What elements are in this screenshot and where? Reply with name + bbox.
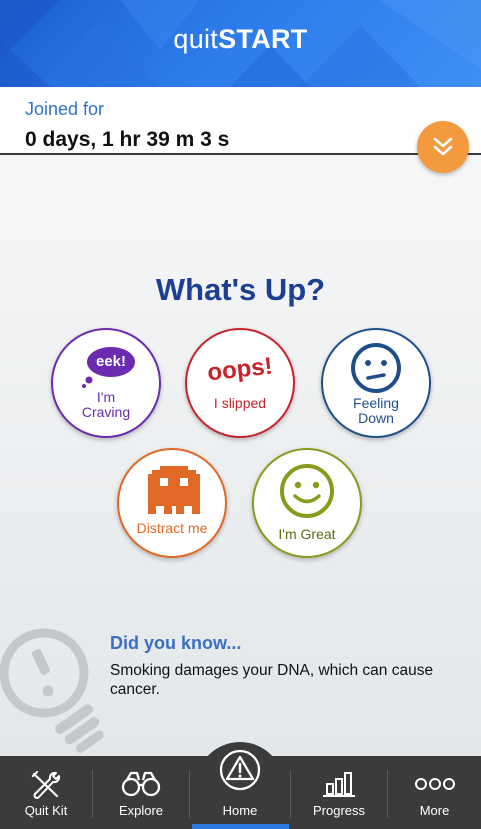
great-label: I'm Great — [278, 526, 336, 542]
feeling-down-label: Feeling Down — [323, 396, 429, 426]
double-chevron-down-icon — [433, 137, 453, 156]
page-title: What's Up? — [155, 272, 326, 307]
logo-text-light: quit — [173, 24, 219, 54]
craving-label-line1: I'm — [96, 389, 116, 405]
joined-duration: 0 days, 1 hr 39 m 3 s — [25, 128, 230, 151]
app-header: quitSTART — [0, 0, 481, 87]
app-logo: quitSTART — [0, 24, 481, 55]
tab-label-more: More — [419, 803, 450, 818]
mood-feeling-down-button[interactable]: Feeling Down — [321, 328, 431, 438]
distract-label: Distract me — [136, 520, 208, 536]
bottom-tab-bar: Quit Kit Explore Home Progress More — [0, 749, 481, 829]
feeling-down-line1: Feeling — [353, 395, 399, 411]
main-content: What's Up? eek! I'm Craving oops! I slip… — [0, 155, 481, 756]
oops-headline: oops! — [206, 352, 274, 387]
did-you-know-text: Smoking damages your DNA, which can caus… — [110, 662, 434, 698]
binoculars-icon — [121, 771, 161, 797]
did-you-know-title: Did you know... — [110, 633, 242, 653]
logo-text-bold: START — [218, 24, 308, 54]
tab-label-home: Home — [222, 803, 258, 818]
mood-great-button[interactable]: I'm Great — [252, 448, 362, 558]
smiley-face-icon — [280, 464, 334, 518]
tools-icon — [31, 770, 61, 799]
tab-quit-kit[interactable]: Quit Kit — [0, 756, 92, 829]
lightbulb-icon — [0, 628, 104, 753]
tab-progress[interactable]: Progress — [291, 756, 387, 829]
tab-label-quit-kit: Quit Kit — [24, 803, 68, 818]
joined-label: Joined for — [25, 99, 105, 119]
craving-label-line2: Craving — [81, 404, 131, 420]
mood-distract-button[interactable]: Distract me — [117, 448, 227, 558]
tab-label-progress: Progress — [312, 803, 366, 818]
neutral-face-icon — [351, 343, 401, 393]
bar-chart-icon — [323, 772, 355, 797]
pixel-ghost-icon — [148, 466, 200, 514]
tab-explore[interactable]: Explore — [93, 756, 189, 829]
warning-triangle-icon — [219, 749, 261, 791]
tab-home[interactable]: Home — [190, 749, 290, 829]
mood-craving-button[interactable]: eek! I'm Craving — [51, 328, 161, 438]
active-tab-indicator — [192, 824, 289, 829]
joined-panel: Joined for 0 days, 1 hr 39 m 3 s — [0, 87, 481, 155]
slipped-label: I slipped — [213, 395, 267, 411]
tab-more[interactable]: More — [388, 756, 481, 829]
expand-button[interactable] — [417, 121, 469, 173]
tab-label-explore: Explore — [118, 803, 164, 818]
more-dots-icon — [414, 778, 455, 790]
feeling-down-line2: Down — [358, 410, 394, 426]
craving-label: I'm Craving — [53, 390, 159, 420]
craving-bubble-text: eek! — [95, 353, 127, 370]
mood-slipped-button[interactable]: oops! I slipped — [185, 328, 295, 438]
